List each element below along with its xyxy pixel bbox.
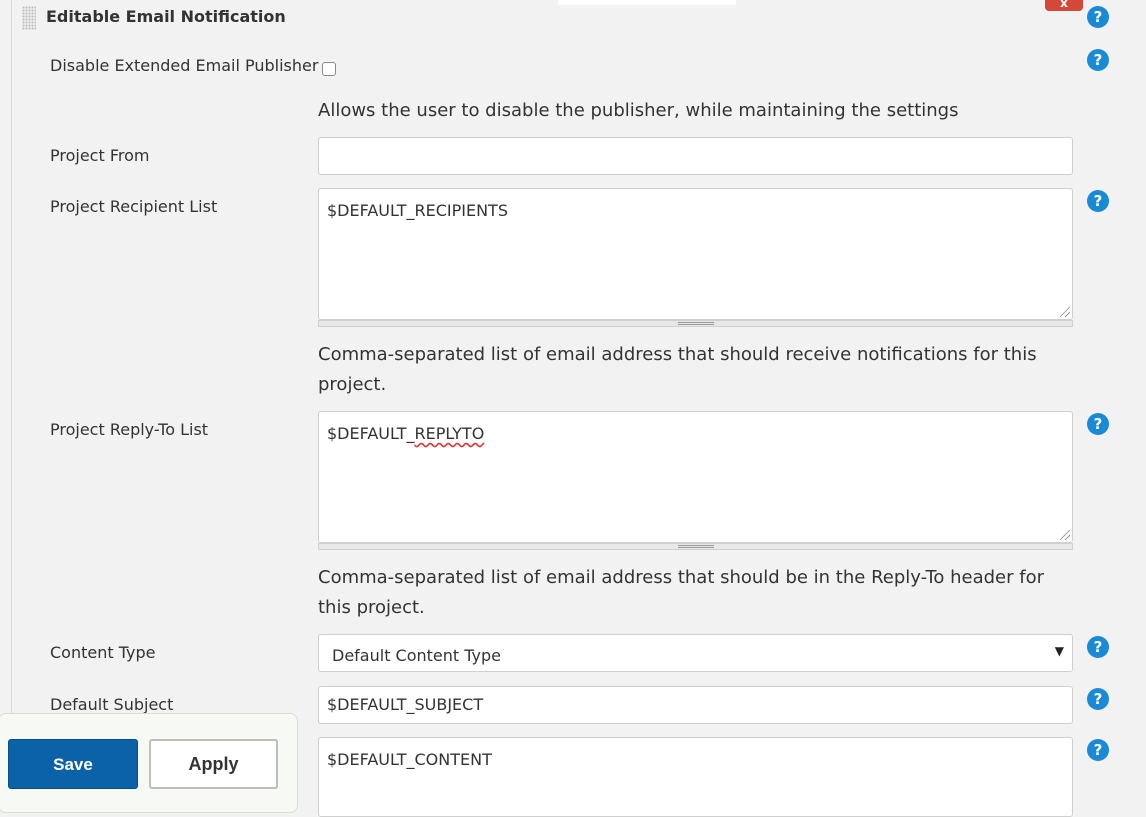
content-type-label: Content Type: [50, 643, 156, 662]
disable-publisher-checkbox[interactable]: [322, 62, 336, 76]
help-icon[interactable]: ?: [1087, 636, 1109, 658]
disable-publisher-label: Disable Extended Email Publisher: [50, 56, 319, 75]
recipient-list-value: $DEFAULT_RECIPIENTS: [327, 201, 508, 220]
delete-button[interactable]: x: [1045, 0, 1083, 11]
reply-to-list-description: Comma-separated list of email address th…: [318, 567, 1045, 618]
content-type-selected: Default Content Type: [332, 646, 502, 665]
resize-grip-icon[interactable]: [1060, 530, 1070, 540]
disable-publisher-description: Allows the user to disable the publisher…: [318, 100, 959, 121]
recipient-list-resize-bar[interactable]: [318, 320, 1073, 327]
reply-to-list-label: Project Reply-To List: [50, 420, 209, 439]
reply-to-list-value-prefix: $DEFAULT_: [327, 424, 415, 443]
help-icon[interactable]: ?: [1087, 6, 1109, 28]
recipient-list-description: Comma-separated list of email address th…: [318, 344, 1037, 395]
grip-icon: [678, 545, 714, 548]
drag-handle-icon[interactable]: [22, 6, 36, 30]
recipient-list-label: Project Recipient List: [50, 197, 218, 216]
help-icon[interactable]: ?: [1087, 190, 1109, 212]
section-title: Editable Email Notification: [46, 7, 286, 26]
default-content-value: $DEFAULT_CONTENT: [327, 750, 492, 769]
reply-to-list-value-suffix: REPLYTO: [414, 424, 485, 443]
save-button[interactable]: Save: [8, 739, 138, 789]
help-icon[interactable]: ?: [1087, 413, 1109, 435]
default-subject-input[interactable]: $DEFAULT_SUBJECT: [318, 686, 1073, 724]
project-from-input[interactable]: [318, 137, 1073, 175]
project-from-label: Project From: [50, 146, 150, 165]
help-icon[interactable]: ?: [1087, 688, 1109, 710]
content-type-select[interactable]: Default Content Type ▼: [318, 634, 1073, 672]
dropdown-arrow-icon: ▼: [1054, 644, 1064, 658]
reply-to-list-textarea[interactable]: $DEFAULT_REPLYTO: [318, 411, 1073, 543]
default-content-textarea[interactable]: $DEFAULT_CONTENT: [318, 737, 1073, 817]
section-border: [11, 0, 12, 801]
apply-button[interactable]: Apply: [149, 739, 278, 789]
help-icon[interactable]: ?: [1087, 739, 1109, 761]
recipient-list-textarea[interactable]: $DEFAULT_RECIPIENTS: [318, 188, 1073, 320]
reply-to-list-resize-bar[interactable]: [318, 543, 1073, 550]
section-tab: [558, 0, 736, 5]
help-icon[interactable]: ?: [1087, 49, 1109, 71]
default-subject-label: Default Subject: [50, 695, 174, 714]
resize-grip-icon[interactable]: [1060, 307, 1070, 317]
grip-icon: [678, 322, 714, 325]
